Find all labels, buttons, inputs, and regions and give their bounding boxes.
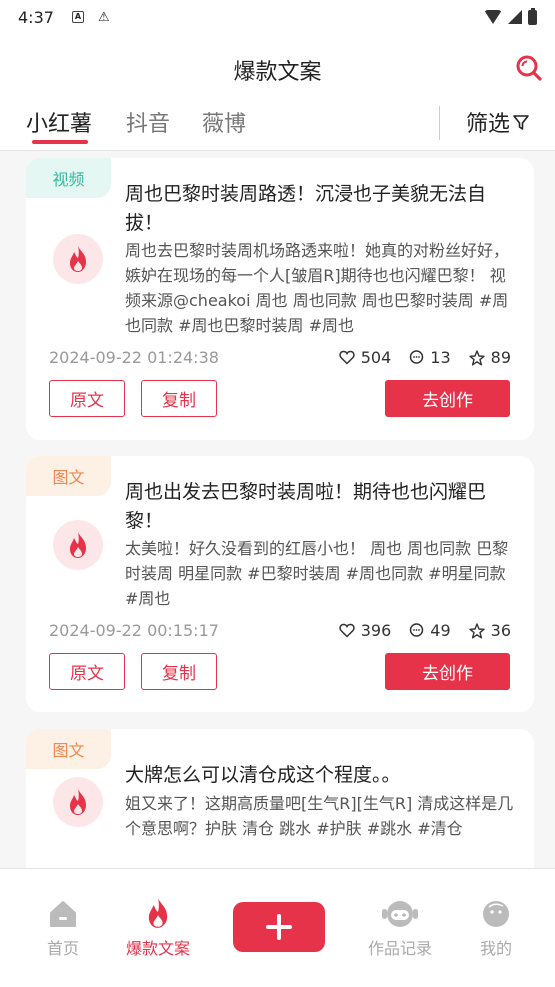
tab-xiaohongshu[interactable]: 小红薯 [26, 106, 92, 138]
nav-hot-copy-label: 爆款文案 [125, 939, 190, 958]
post-datetime: 2024-09-22 00:15:17 [49, 621, 219, 640]
page-title: 爆款文案 [233, 60, 322, 85]
fire-icon [70, 246, 86, 272]
copy-button[interactable]: 复制 [141, 380, 217, 417]
platform-tabs: 小红薯 抖音 薇博 筛选 [0, 106, 555, 150]
profile-icon [483, 901, 509, 927]
fire-icon [70, 532, 86, 558]
filter-icon [513, 115, 529, 130]
notification-person-icon: ⚠ [97, 9, 110, 25]
post-meta: 2024-09-22 01:24:38 504 13 89 [49, 348, 511, 367]
fire-icon [70, 789, 86, 815]
home-icon [50, 901, 76, 927]
post-title: 大牌怎么可以清仓成这个程度。。 [125, 764, 401, 786]
comments-count: 13 [430, 348, 451, 367]
nav-works[interactable]: 作品记录 [355, 897, 445, 959]
nav-profile-label: 我的 [479, 939, 512, 958]
post-card: 图文 周也出发去巴黎时装周啦！期待也也闪耀巴黎！ 太美啦！好久没看到的红唇小也！… [26, 456, 534, 712]
likes-count: 396 [360, 621, 392, 640]
type-badge-image: 图文 [26, 729, 111, 769]
comment-icon [410, 623, 424, 637]
heart-icon [339, 623, 355, 638]
active-tab-indicator [32, 140, 88, 144]
create-button[interactable]: 去创作 [385, 380, 510, 417]
bottom-nav: 首页 爆款文案 作品记录 我的 [0, 868, 555, 987]
create-button[interactable]: 去创作 [385, 653, 510, 690]
post-meta: 2024-09-22 00:15:17 396 49 36 [49, 621, 511, 640]
star-icon [468, 622, 485, 638]
create-new-button[interactable] [233, 902, 325, 952]
type-badge-image: 图文 [26, 456, 111, 496]
comments-count: 49 [430, 621, 451, 640]
post-body: 姐又来了！这期高质量吧[生气R][生气R] 清成这样是几个意思啊？护肤 清仓 跳… [125, 794, 514, 838]
filter-button[interactable]: 筛选 [466, 106, 530, 138]
post-thumbnail [53, 234, 103, 284]
tab-weibo[interactable]: 薇博 [202, 106, 246, 138]
status-bar: 4:37 A ⚠ [0, 0, 555, 34]
signal-icon [508, 10, 522, 24]
plus-icon [266, 914, 292, 940]
stars-count: 36 [490, 621, 511, 640]
app-header: 爆款文案 小红薯 抖音 薇博 筛选 [0, 34, 555, 151]
post-card: 视频 周也巴黎时装周路透！沉浸也子美貌无法自拔！ 周也去巴黎时装周机场路透来啦！… [26, 158, 534, 440]
filter-divider [439, 106, 440, 140]
status-time: 4:37 [18, 7, 54, 27]
stars-count: 89 [490, 348, 511, 367]
nav-profile[interactable]: 我的 [451, 897, 541, 959]
type-badge-video: 视频 [26, 158, 111, 198]
nav-hot-copy[interactable]: 爆款文案 [113, 897, 203, 959]
post-title: 周也巴黎时装周路透！沉浸也子美貌无法自拔！ [125, 183, 487, 234]
post-title: 周也出发去巴黎时装周啦！期待也也闪耀巴黎！ [125, 481, 487, 532]
likes-count: 504 [360, 348, 392, 367]
nav-home[interactable]: 首页 [18, 897, 108, 959]
original-button[interactable]: 原文 [49, 380, 125, 417]
nav-home-label: 首页 [46, 939, 79, 958]
post-thumbnail [53, 520, 103, 570]
post-thumbnail [53, 777, 103, 827]
post-body: 太美啦！好久没看到的红唇小也！ 周也 周也同款 巴黎时装周 明星同款 #巴黎时装… [125, 539, 509, 608]
filter-label: 筛选 [466, 112, 511, 137]
notification-a-icon: A [71, 11, 84, 23]
heart-icon [339, 350, 355, 365]
comment-icon [410, 350, 424, 364]
post-datetime: 2024-09-22 01:24:38 [49, 348, 219, 367]
tab-douyin[interactable]: 抖音 [126, 106, 170, 138]
wifi-icon [484, 10, 502, 24]
battery-icon [528, 7, 537, 25]
star-icon [468, 349, 485, 365]
nav-works-label: 作品记录 [367, 939, 432, 958]
post-card: 图文 大牌怎么可以清仓成这个程度。。 姐又来了！这期高质量吧[生气R][生气R]… [26, 729, 534, 889]
search-icon [516, 55, 542, 81]
original-button[interactable]: 原文 [49, 653, 125, 690]
fire-icon [148, 898, 168, 928]
post-body: 周也去巴黎时装周机场路透来啦！她真的对粉丝好好，嫉妒在现场的每一个人[皱眉R]期… [125, 241, 510, 335]
copy-button[interactable]: 复制 [141, 653, 217, 690]
search-button[interactable] [515, 54, 543, 82]
robot-icon [382, 901, 418, 927]
